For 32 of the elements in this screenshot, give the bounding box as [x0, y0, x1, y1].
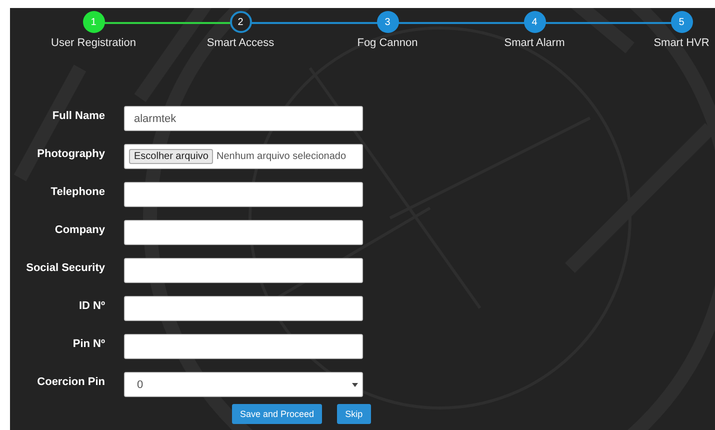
- select-value: 0: [137, 378, 144, 390]
- text-field[interactable]: [124, 334, 363, 359]
- step-label: User Registration: [51, 37, 136, 49]
- save-button[interactable]: Save and Proceed: [232, 404, 322, 424]
- skip-button[interactable]: Skip: [337, 404, 371, 424]
- step-label: Smart HVR: [654, 37, 710, 49]
- step-circle[interactable]: 5: [670, 11, 692, 33]
- select-field[interactable]: 0: [124, 372, 363, 397]
- step-circle[interactable]: 3: [376, 11, 398, 33]
- field-label: Telephone: [50, 185, 105, 198]
- file-status-text: Nenhum arquivo selecionado: [216, 151, 346, 162]
- choose-file-button[interactable]: Escolher arquivo: [129, 149, 214, 164]
- step-label: Smart Access: [206, 37, 274, 49]
- text-field[interactable]: [124, 258, 363, 283]
- text-field[interactable]: [124, 182, 363, 207]
- step-label: Smart Alarm: [504, 37, 565, 49]
- field-label: Full Name: [51, 109, 105, 122]
- step-label: Fog Cannon: [357, 37, 418, 49]
- step-circle[interactable]: 4: [524, 11, 546, 33]
- text-field[interactable]: [124, 220, 363, 245]
- text-field[interactable]: [124, 296, 363, 321]
- field-label: Photography: [36, 147, 105, 160]
- step-circle[interactable]: 1: [82, 11, 104, 33]
- field-label: Company: [54, 223, 105, 236]
- file-field[interactable]: Escolher arquivo Nenhum arquivo selecionado: [124, 144, 363, 169]
- field-label: Pin Nº: [72, 337, 105, 350]
- field-label: ID Nº: [78, 299, 105, 312]
- caret-icon: [352, 382, 358, 386]
- field-label: Social Security: [25, 261, 105, 274]
- text-field[interactable]: alarmtek: [124, 106, 363, 131]
- field-label: Coercion Pin: [36, 375, 105, 388]
- step-circle[interactable]: 2: [230, 11, 252, 33]
